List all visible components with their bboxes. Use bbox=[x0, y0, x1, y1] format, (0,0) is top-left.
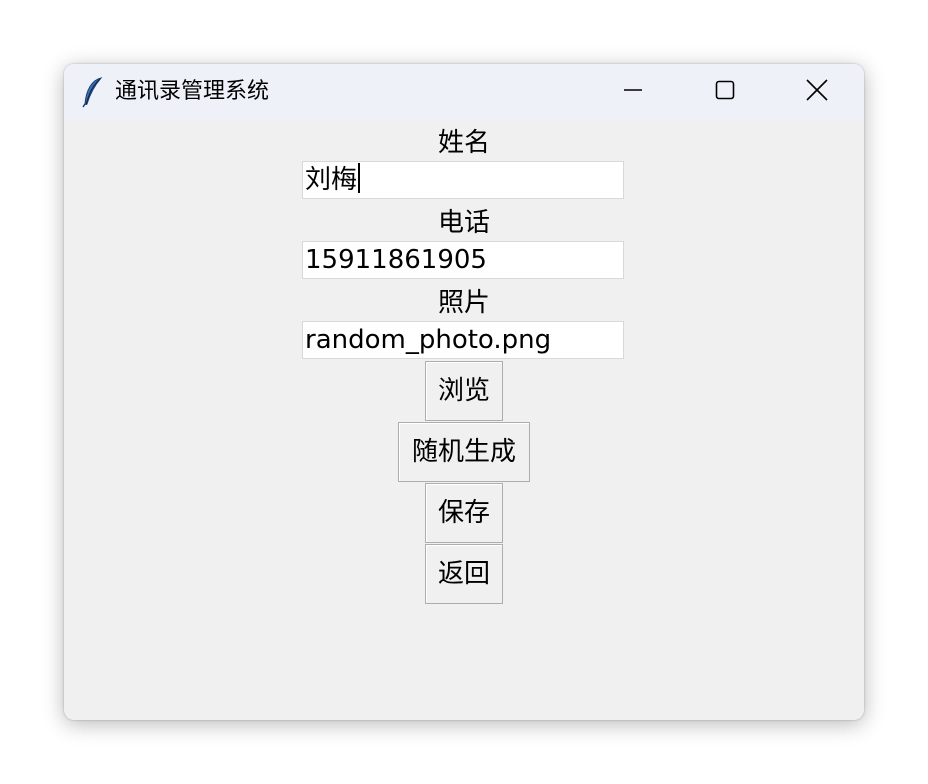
name-input-value: 刘梅 bbox=[305, 165, 358, 195]
photo-input[interactable]: random_photo.png bbox=[302, 321, 624, 359]
photo-label: 照片 bbox=[437, 288, 490, 318]
text-cursor bbox=[358, 163, 361, 193]
back-button[interactable]: 返回 bbox=[425, 544, 503, 604]
name-label: 姓名 bbox=[437, 128, 490, 158]
phone-label: 电话 bbox=[437, 208, 490, 238]
form-area: 姓名 刘梅 电话 15911861905 照片 random_photo.png… bbox=[64, 64, 864, 720]
phone-input[interactable]: 15911861905 bbox=[302, 241, 624, 279]
random-generate-button[interactable]: 随机生成 bbox=[398, 422, 530, 482]
photo-input-value: random_photo.png bbox=[305, 325, 552, 355]
app-window: 通讯录管理系统 姓名 刘梅 电话 15911861905 照片 random_p… bbox=[64, 64, 864, 720]
browse-button[interactable]: 浏览 bbox=[425, 361, 503, 421]
name-input[interactable]: 刘梅 bbox=[302, 161, 624, 199]
save-button[interactable]: 保存 bbox=[425, 483, 503, 543]
phone-input-value: 15911861905 bbox=[305, 245, 487, 275]
